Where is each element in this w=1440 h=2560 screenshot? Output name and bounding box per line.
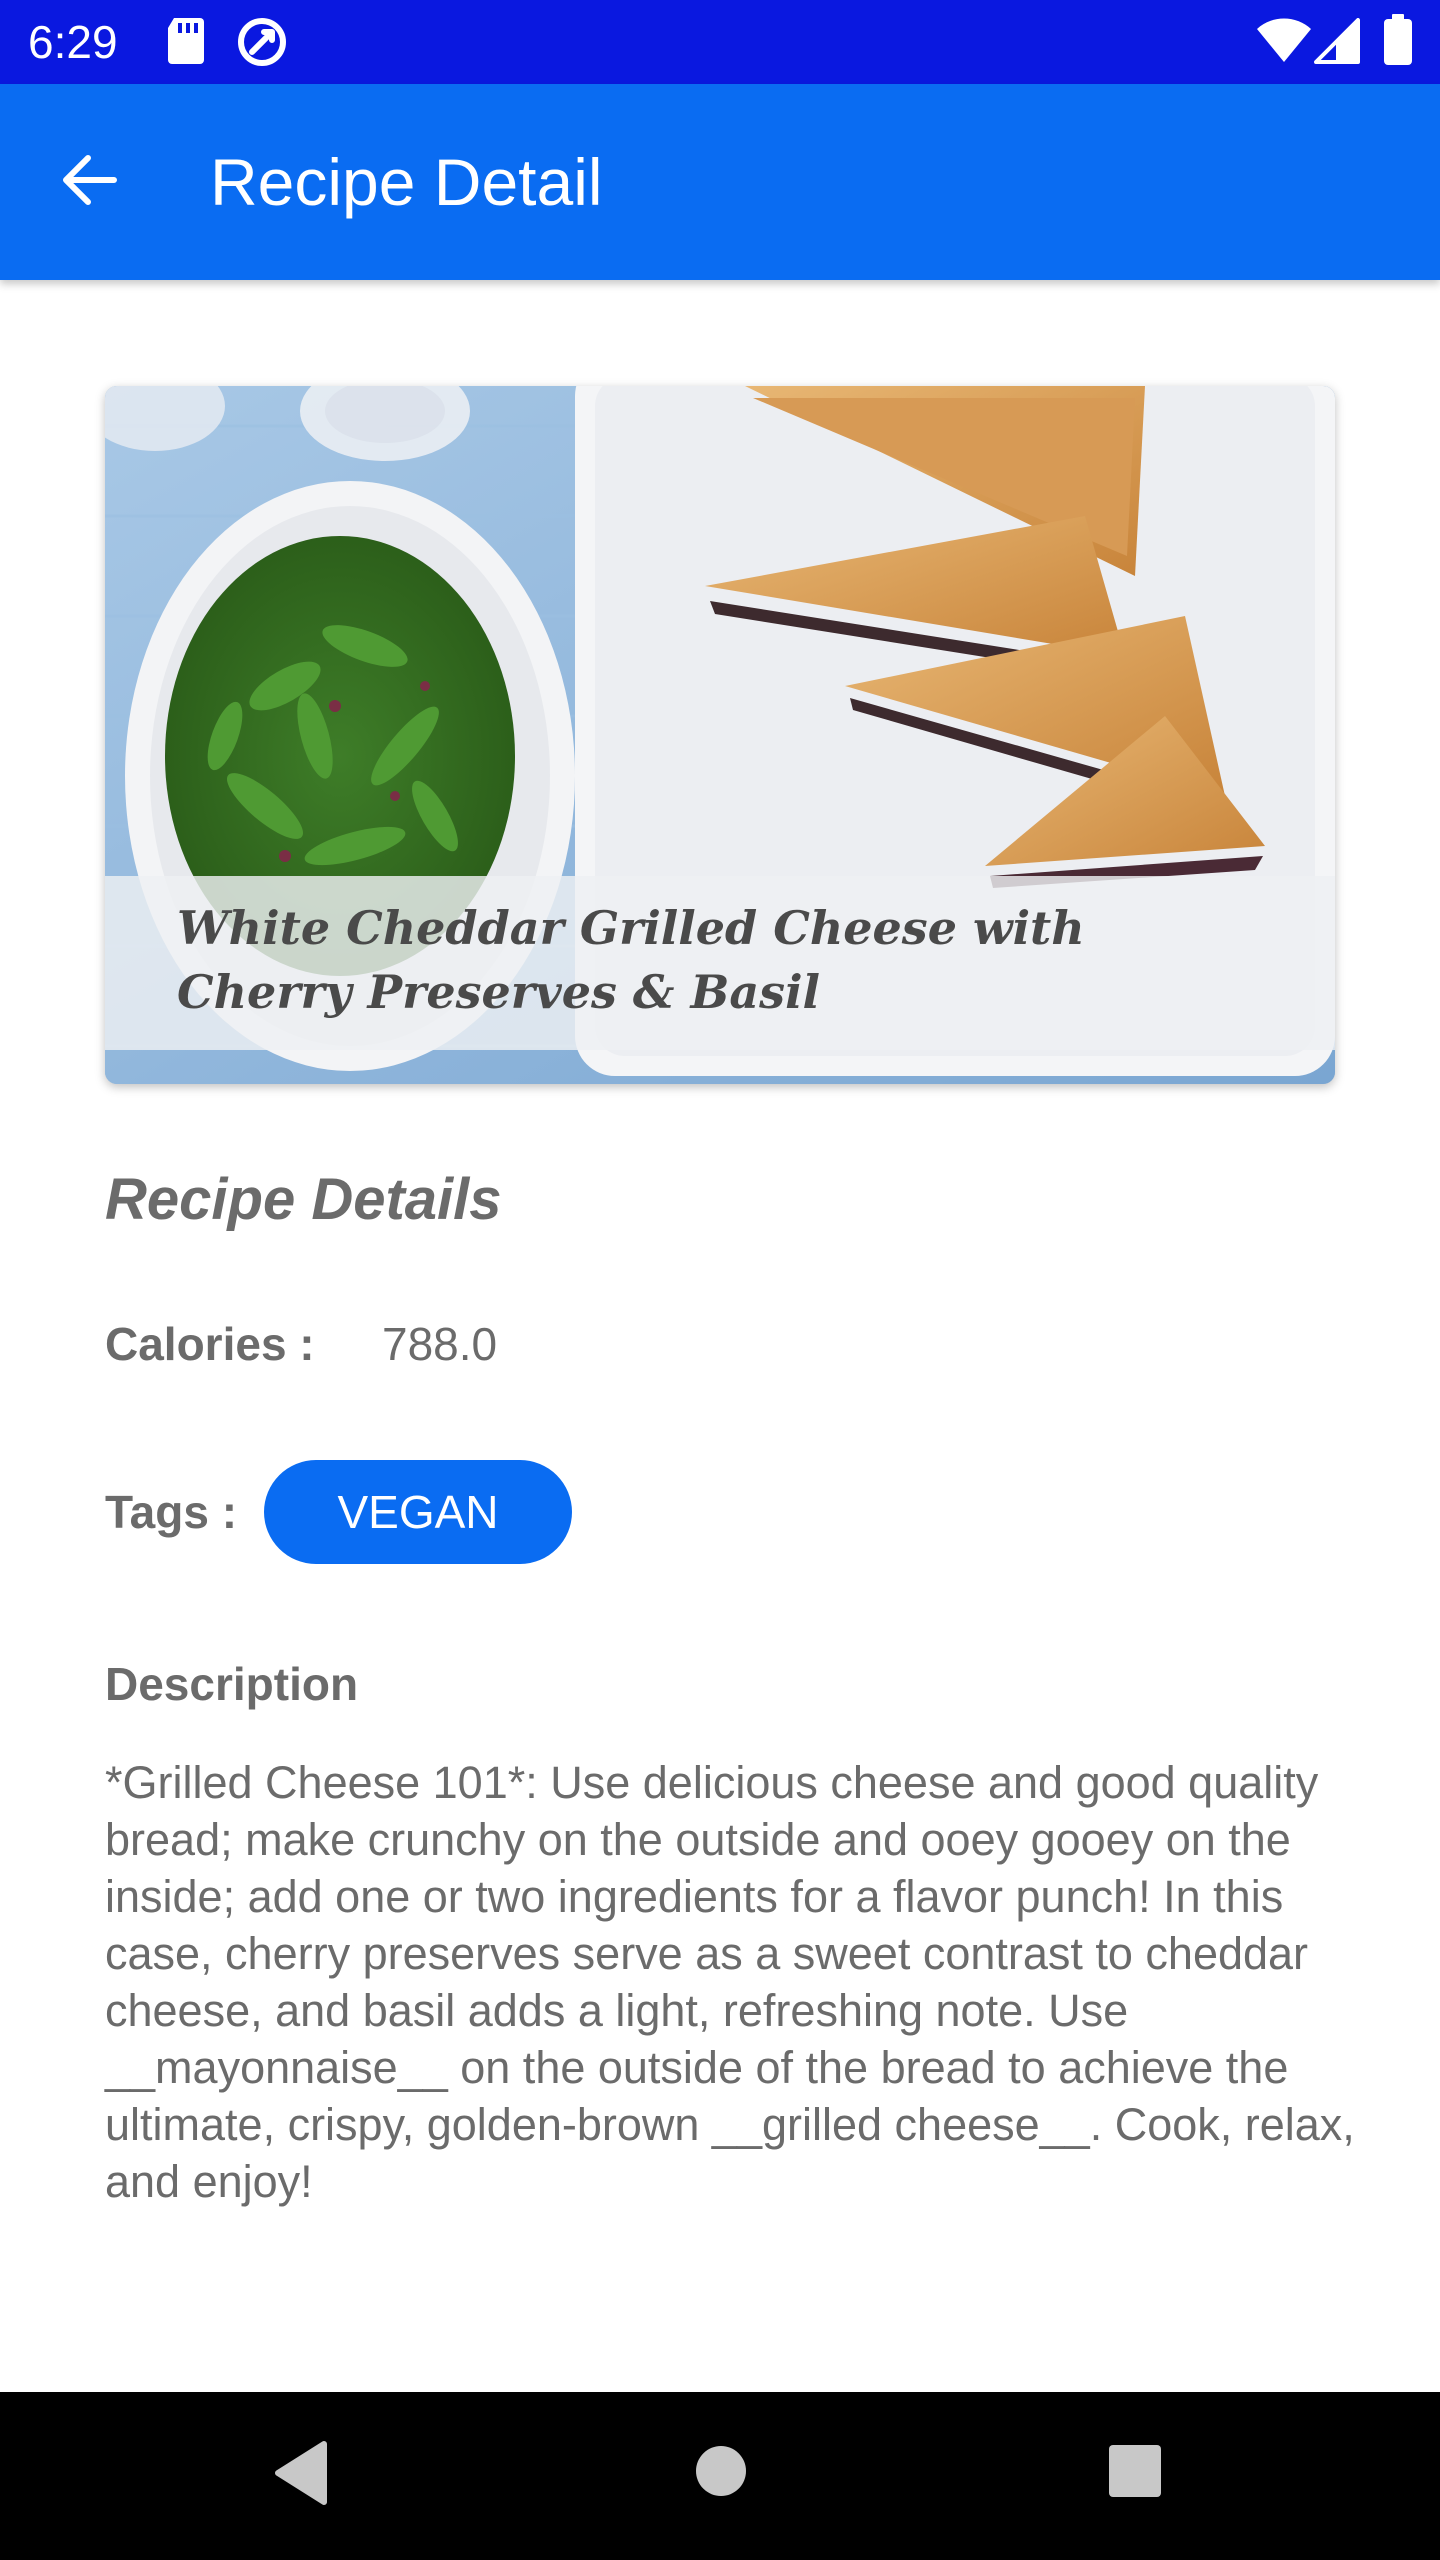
- calories-value: 788.0: [382, 1318, 498, 1370]
- battery-icon: [1382, 14, 1414, 71]
- recipe-hero-card[interactable]: White Cheddar Grilled Cheese with Cherry…: [105, 386, 1335, 1084]
- description-heading: Description: [105, 1658, 359, 1710]
- recents-square-icon[interactable]: [1108, 2444, 1162, 2503]
- recipe-title: White Cheddar Grilled Cheese with Cherry…: [177, 901, 1085, 1019]
- home-circle-icon[interactable]: [694, 2444, 748, 2503]
- back-triangle-icon[interactable]: [270, 2440, 330, 2511]
- recipe-detail-screen: 6:29 Recipe Detail White Cheddar Grilled…: [0, 0, 1440, 2560]
- app-bar-title: Recipe Detail: [210, 145, 603, 219]
- tags-label: Tags :: [105, 1486, 238, 1538]
- wifi-icon: [1256, 18, 1312, 69]
- calories-label: Calories :: [105, 1318, 315, 1370]
- tag-chip-vegan[interactable]: VEGAN: [264, 1460, 572, 1564]
- arrow-back-icon: [58, 150, 118, 215]
- recipe-title-overlay: White Cheddar Grilled Cheese with Cherry…: [105, 876, 1335, 1050]
- back-button[interactable]: [40, 134, 136, 230]
- description-text: *Grilled Cheese 101*: Use delicious chee…: [105, 1757, 1355, 2207]
- status-bar: 6:29: [0, 0, 1440, 84]
- signal-icon: [1314, 18, 1360, 69]
- sync-icon: [236, 16, 288, 73]
- app-bar: Recipe Detail: [0, 84, 1440, 280]
- sd-card-icon: [166, 18, 206, 69]
- status-time: 6:29: [28, 16, 118, 68]
- system-nav-bar: [0, 2392, 1440, 2560]
- recipe-details-heading: Recipe Details: [105, 1167, 502, 1232]
